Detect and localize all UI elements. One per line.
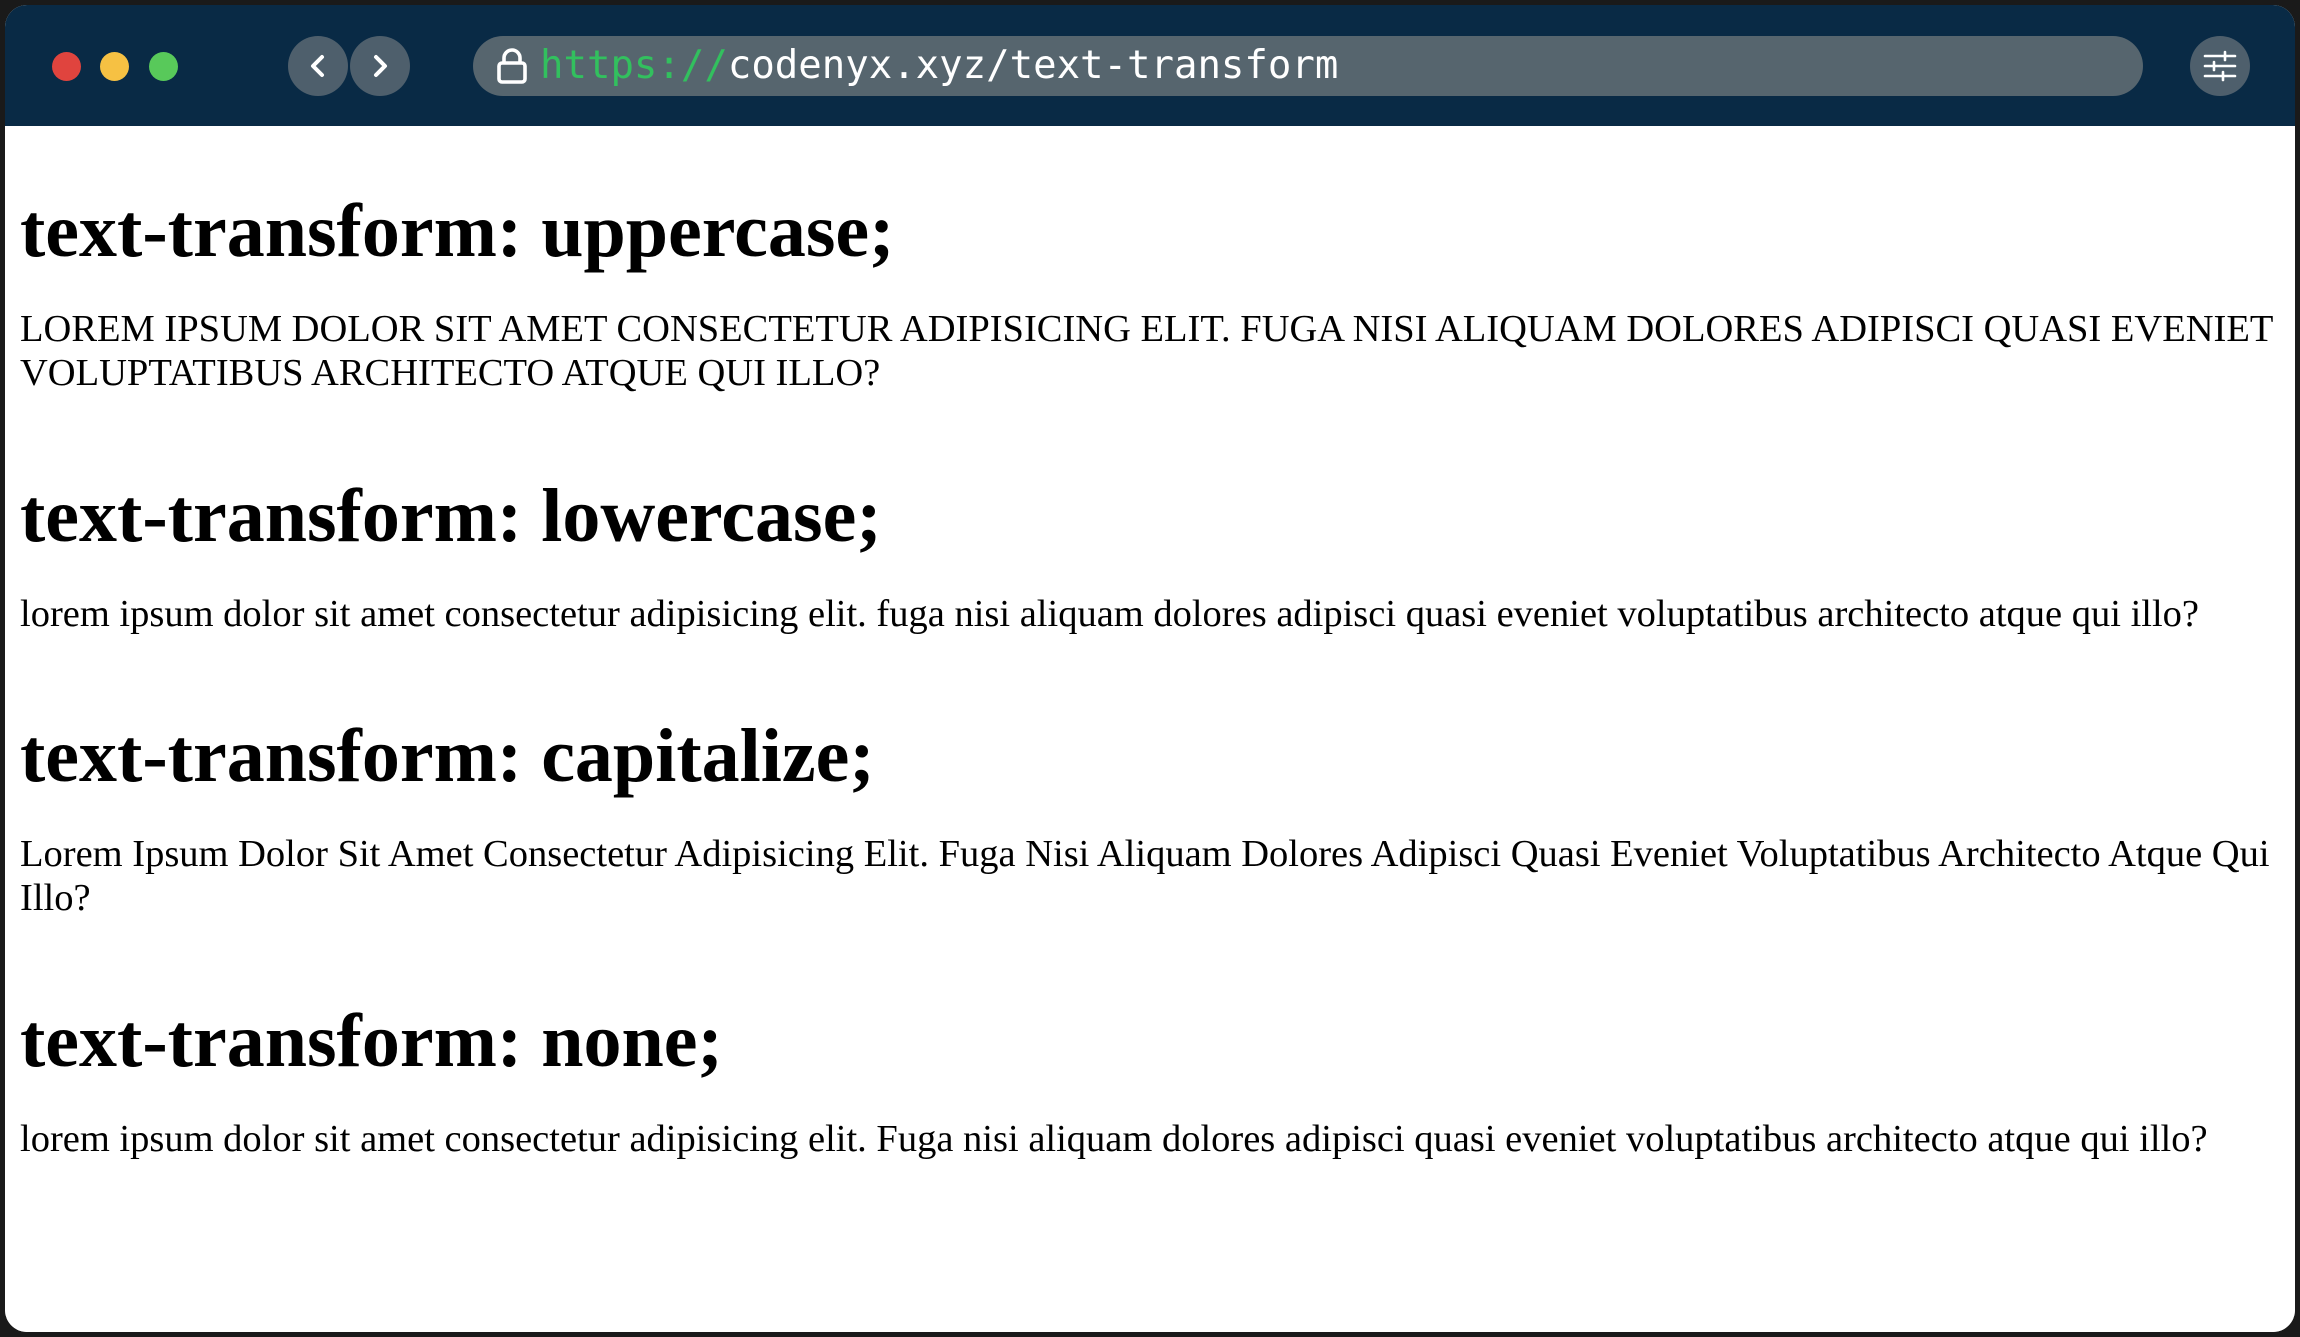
minimize-window-button[interactable] xyxy=(100,52,129,81)
address-bar[interactable]: https://codenyx.xyz/text-transform xyxy=(473,36,2143,96)
browser-window: https://codenyx.xyz/text-transform text-… xyxy=(5,5,2295,1332)
lock-icon xyxy=(497,48,527,84)
chevron-right-icon xyxy=(374,55,387,77)
capitalize-section: text-transform: capitalize; lorem ipsum … xyxy=(20,714,2280,920)
capitalize-heading: text-transform: capitalize; xyxy=(20,714,875,798)
none-section: text-transform: none; lorem ipsum dolor … xyxy=(20,999,2280,1161)
back-button[interactable] xyxy=(288,36,348,96)
url-domain-path: codenyx.xyz/text-transform xyxy=(727,43,1339,88)
uppercase-heading: text-transform: uppercase; xyxy=(20,189,895,273)
url-text: https://codenyx.xyz/text-transform xyxy=(540,44,1338,88)
uppercase-paragraph: Lorem ipsum dolor sit amet consectetur a… xyxy=(20,308,2273,394)
lowercase-paragraph: Lorem ipsum dolor sit amet consectetur a… xyxy=(20,593,2199,635)
sliders-icon xyxy=(2203,50,2237,82)
lowercase-section: text-transform: lowercase; Lorem ipsum d… xyxy=(20,474,2280,636)
none-paragraph: lorem ipsum dolor sit amet consectetur a… xyxy=(20,1118,2208,1160)
none-heading: text-transform: none; xyxy=(20,999,723,1083)
browser-toolbar: https://codenyx.xyz/text-transform xyxy=(5,5,2295,126)
url-protocol: https:// xyxy=(540,43,728,88)
settings-menu-button[interactable] xyxy=(2190,36,2250,96)
close-window-button[interactable] xyxy=(52,52,81,81)
forward-button[interactable] xyxy=(350,36,410,96)
chevron-left-icon xyxy=(311,55,324,77)
maximize-window-button[interactable] xyxy=(149,52,178,81)
capitalize-paragraph: lorem ipsum dolor sit amet consectetur a… xyxy=(20,833,2270,919)
page-content: text-transform: uppercase; Lorem ipsum d… xyxy=(5,126,2295,1332)
uppercase-section: text-transform: uppercase; Lorem ipsum d… xyxy=(20,189,2280,395)
lowercase-heading: text-transform: lowercase; xyxy=(20,474,882,558)
